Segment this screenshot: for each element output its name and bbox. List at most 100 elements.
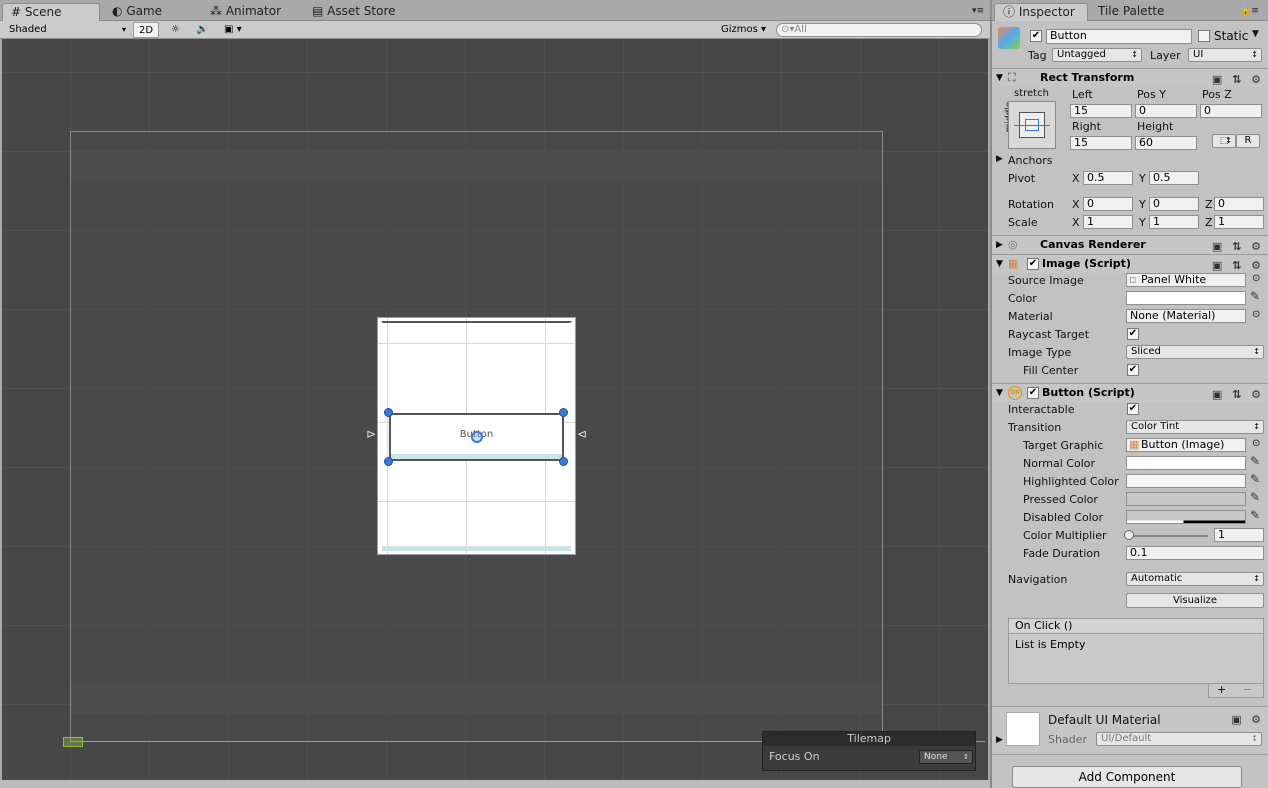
effects-icon[interactable]: ▣ ▾ <box>219 22 247 38</box>
fade-duration-field[interactable]: 0.1 <box>1126 546 1264 560</box>
disabled-color-field[interactable] <box>1126 510 1246 524</box>
left-field[interactable]: 15 <box>1070 104 1132 118</box>
material-field[interactable]: None (Material) <box>1126 309 1246 323</box>
pivot-handle[interactable] <box>471 431 483 443</box>
anchor-presets-button[interactable] <box>1008 101 1056 149</box>
transition-dropdown[interactable]: Color Tint <box>1126 420 1264 434</box>
raycast-target-checkbox[interactable]: ✔ <box>1127 328 1139 340</box>
scale-y-field[interactable]: 1 <box>1149 215 1199 229</box>
material-preview <box>1006 712 1040 746</box>
rect-transform-header[interactable]: ▼ ⛶ Rect Transform ▣ ⇅ ⚙ <box>992 68 1268 87</box>
eyedropper-icon[interactable]: ✎ <box>1250 289 1260 303</box>
highlighted-color-field[interactable] <box>1126 474 1246 488</box>
raw-edit-button[interactable]: R <box>1236 134 1260 148</box>
active-checkbox[interactable]: ✔ <box>1030 30 1042 42</box>
shader-dropdown[interactable]: UI/Default <box>1096 732 1262 746</box>
fill-center-checkbox[interactable]: ✔ <box>1127 364 1139 376</box>
add-component-button[interactable]: Add Component <box>1012 766 1242 788</box>
source-image-field[interactable]: ▫ Panel White <box>1126 273 1246 287</box>
normal-color-field[interactable] <box>1126 456 1246 470</box>
lighting-icon[interactable]: ☼ <box>166 22 185 38</box>
foldout-closed-icon[interactable]: ▶ <box>996 154 1003 164</box>
foldout-closed-icon[interactable]: ▶ <box>996 735 1003 745</box>
layer-dropdown[interactable]: UI <box>1188 48 1262 62</box>
audio-icon[interactable]: 🔊 <box>191 22 213 38</box>
handle-top-left[interactable] <box>384 408 393 417</box>
posz-label: Pos Z <box>1202 88 1232 101</box>
color-multiplier-slider-thumb[interactable] <box>1124 530 1134 540</box>
color-multiplier-field[interactable]: 1 <box>1214 528 1264 542</box>
scene-viewport[interactable]: Button ⊳ ⊲ Tilemap Focus On None ↕ <box>2 39 988 780</box>
tab-game[interactable]: ◐ Game <box>104 3 170 21</box>
object-name-field[interactable]: Button <box>1046 29 1192 44</box>
handle-bottom-left[interactable] <box>384 457 393 466</box>
anchor-right-icon[interactable]: ⊲ <box>577 427 587 441</box>
scale-x-field[interactable]: 1 <box>1083 215 1133 229</box>
foldout-closed-icon[interactable]: ▶ <box>996 236 1003 254</box>
draw-mode-dropdown[interactable]: Shaded ▾ <box>4 22 128 38</box>
component-settings-icon[interactable]: ▣ ⇅ ⚙ <box>1212 386 1264 404</box>
object-picker-icon[interactable]: ⊙ <box>1252 309 1260 320</box>
static-dropdown-icon[interactable]: ▼ <box>1252 29 1259 39</box>
posz-field[interactable]: 0 <box>1200 104 1262 118</box>
interactable-checkbox[interactable]: ✔ <box>1127 403 1139 415</box>
image-type-dropdown[interactable]: Sliced <box>1126 345 1264 359</box>
pivot-x-field[interactable]: 0.5 <box>1083 171 1133 185</box>
remove-event-button[interactable]: − <box>1243 684 1252 696</box>
foldout-open-icon[interactable]: ▼ <box>996 69 1003 87</box>
component-settings-icon[interactable]: ▣ ⇅ ⚙ <box>1212 71 1264 89</box>
target-graphic-field[interactable]: ▦ Button (Image) <box>1126 438 1246 452</box>
scale-z-field[interactable]: 1 <box>1214 215 1264 229</box>
fill-center-label: Fill Center <box>1023 364 1079 377</box>
mode-2d-toggle[interactable]: 2D <box>133 22 160 38</box>
eyedropper-icon[interactable]: ✎ <box>1250 472 1260 486</box>
object-picker-icon[interactable]: ⊙ <box>1252 273 1260 284</box>
color-field[interactable] <box>1126 291 1246 305</box>
static-checkbox[interactable] <box>1198 30 1210 42</box>
add-event-button[interactable]: + <box>1217 684 1226 696</box>
anchor-left-icon[interactable]: ⊳ <box>366 427 376 441</box>
height-field[interactable]: 60 <box>1135 136 1197 150</box>
rot-y-field[interactable]: 0 <box>1149 197 1199 211</box>
tilemap-title: Tilemap <box>763 732 975 746</box>
color-multiplier-slider-track[interactable] <box>1128 535 1208 537</box>
scene-search-input[interactable]: ⊙▾All <box>776 23 982 37</box>
height-label: Height <box>1137 120 1174 133</box>
lock-icon[interactable]: 🔒≡ <box>1232 3 1267 21</box>
handle-bottom-right[interactable] <box>559 457 568 466</box>
posy-field[interactable]: 0 <box>1135 104 1197 118</box>
navigation-dropdown[interactable]: Automatic <box>1126 572 1264 586</box>
pivot-y-field[interactable]: 0.5 <box>1149 171 1199 185</box>
tab-animator[interactable]: ⁂ Animator <box>202 3 289 21</box>
tab-scene[interactable]: # Scene <box>2 3 100 21</box>
object-picker-icon[interactable]: ⊙ <box>1252 438 1260 449</box>
image-script-header[interactable]: ▼ ▦ ✔ Image (Script) ▣ ⇅ ⚙ <box>992 254 1268 273</box>
visualize-button[interactable]: Visualize <box>1126 593 1264 608</box>
panel-menu-icon[interactable]: ▾≡ <box>964 3 992 21</box>
handle-top-right[interactable] <box>559 408 568 417</box>
blueprint-mode-button[interactable]: ⬚ <box>1212 134 1236 148</box>
tab-tile-palette[interactable]: Tile Palette <box>1090 3 1172 21</box>
tag-dropdown[interactable]: Untagged <box>1052 48 1142 62</box>
eyedropper-icon[interactable]: ✎ <box>1250 490 1260 504</box>
right-field[interactable]: 15 <box>1070 136 1132 150</box>
search-icon: ⊙▾ <box>781 24 795 35</box>
foldout-open-icon[interactable]: ▼ <box>996 384 1003 402</box>
rot-z-field[interactable]: 0 <box>1214 197 1264 211</box>
anchors-foldout[interactable]: Anchors <box>1008 154 1053 167</box>
button-enabled-checkbox[interactable]: ✔ <box>1027 387 1039 399</box>
eyedropper-icon[interactable]: ✎ <box>1250 454 1260 468</box>
eyedropper-icon[interactable]: ✎ <box>1250 508 1260 522</box>
image-enabled-checkbox[interactable]: ✔ <box>1027 258 1039 270</box>
tab-inspector[interactable]: ⓘ Inspector <box>994 3 1088 21</box>
gizmos-dropdown[interactable]: Gizmos ▾ <box>716 22 771 38</box>
component-settings-icon[interactable]: ▣ ⚙ <box>1231 713 1264 726</box>
button-script-header[interactable]: ▼ OK ✔ Button (Script) ▣ ⇅ ⚙ <box>992 383 1268 402</box>
focus-on-dropdown[interactable]: None ↕ <box>919 750 973 764</box>
tab-asset-store[interactable]: ▤ Asset Store <box>304 3 404 21</box>
canvas-renderer-header[interactable]: ▶ ◎ Canvas Renderer ▣ ⇅ ⚙ <box>992 235 1268 254</box>
pressed-color-field[interactable] <box>1126 492 1246 506</box>
rot-x-field[interactable]: 0 <box>1083 197 1133 211</box>
foldout-open-icon[interactable]: ▼ <box>996 255 1003 273</box>
fade-duration-label: Fade Duration <box>1023 547 1101 560</box>
